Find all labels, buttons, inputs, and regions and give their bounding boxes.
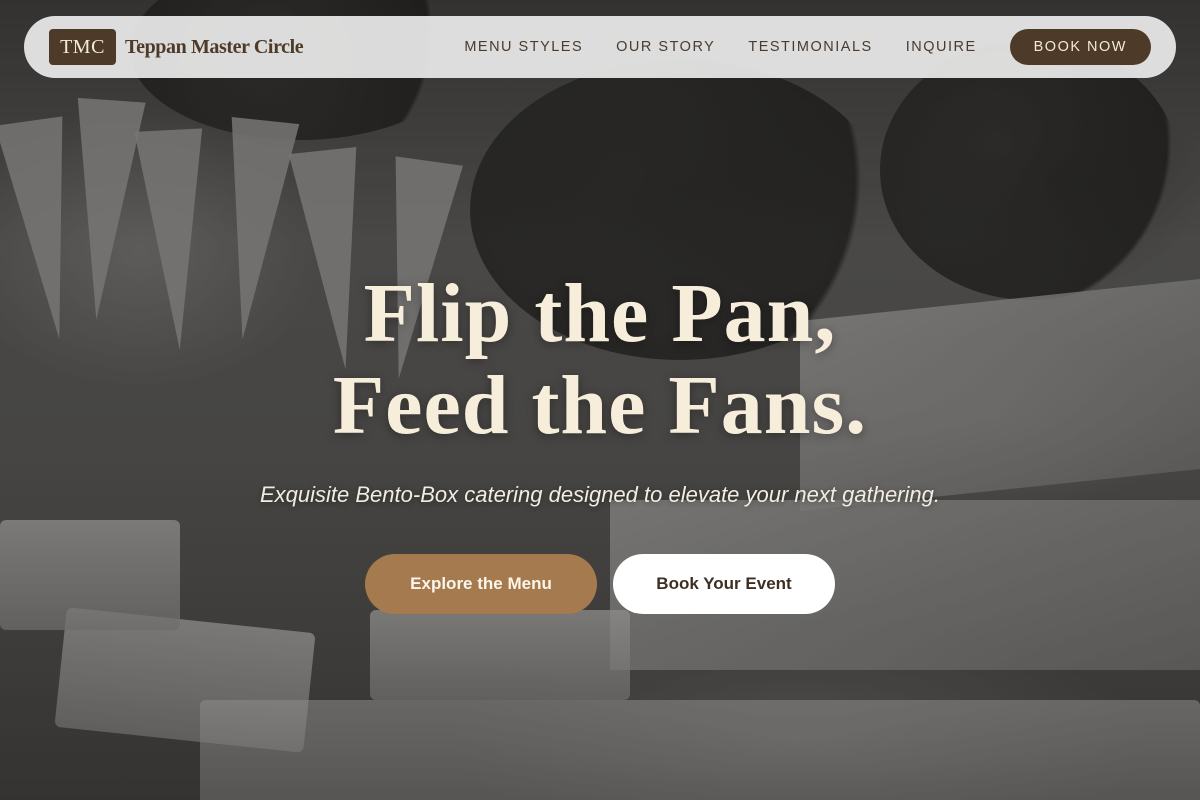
nav-link-testimonials[interactable]: TESTIMONIALS — [748, 39, 872, 55]
nav-link-our-story[interactable]: OUR STORY — [616, 39, 715, 55]
explore-menu-button[interactable]: Explore the Menu — [365, 554, 597, 614]
hero-subtitle: Exquisite Bento-Box catering designed to… — [260, 482, 940, 507]
book-event-button[interactable]: Book Your Event — [613, 554, 835, 614]
nav-link-menu-styles[interactable]: MENU STYLES — [464, 39, 583, 55]
nav-link-inquire[interactable]: INQUIRE — [906, 39, 977, 55]
nav-links: MENU STYLES OUR STORY TESTIMONIALS INQUI… — [464, 29, 1151, 65]
logo-badge[interactable]: TMC — [49, 29, 116, 65]
hero-title-line-1: Flip the Pan, — [363, 267, 837, 360]
hero-actions: Explore the Menu Book Your Event — [0, 554, 1200, 614]
brand-name[interactable]: Teppan Master Circle — [125, 36, 304, 59]
top-navbar: TMC Teppan Master Circle MENU STYLES OUR… — [24, 16, 1176, 78]
hero-title-line-2: Feed the Fans. — [332, 359, 868, 452]
book-now-button[interactable]: BOOK NOW — [1009, 29, 1151, 65]
hero-title: Flip the Pan, Feed the Fans. — [0, 268, 1200, 452]
